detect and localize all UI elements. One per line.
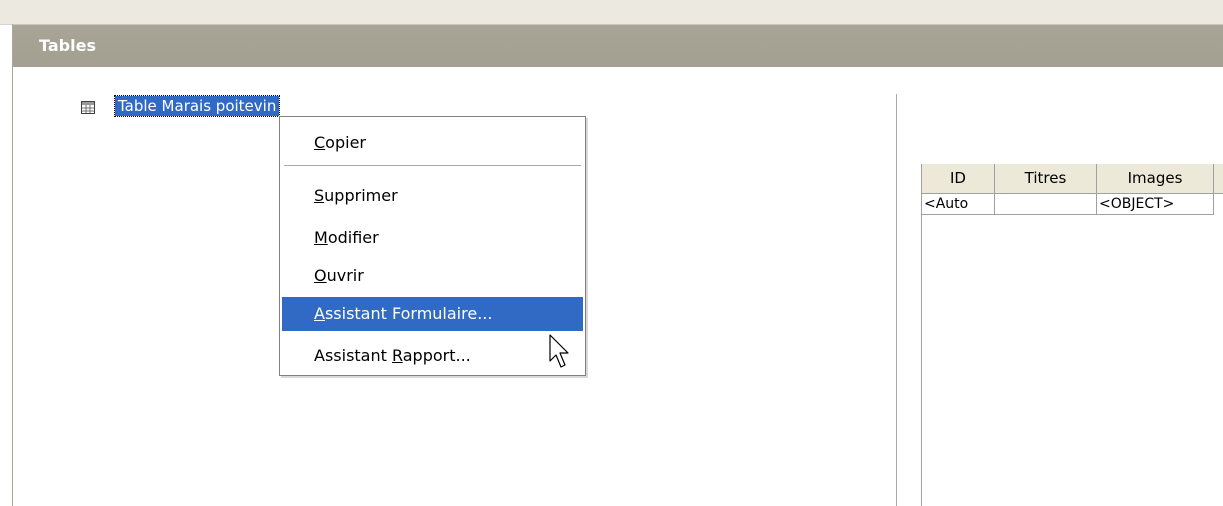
menu-item-supprimer[interactable]: Supprimer	[282, 179, 583, 213]
menu-label: opier	[325, 133, 366, 152]
table-icon	[81, 101, 95, 114]
panel-title: Tables	[39, 36, 96, 55]
column-header-titres: Titres	[995, 164, 1097, 193]
menu-label: upprimer	[324, 186, 398, 205]
window-top-strip	[0, 0, 1223, 25]
menu-item-assistant-formulaire[interactable]: Assistant Formulaire...	[282, 297, 583, 331]
mnemonic: R	[391, 346, 403, 365]
mouse-pointer-icon	[549, 334, 569, 368]
column-header-images: Images	[1097, 164, 1214, 193]
mnemonic: O	[314, 266, 327, 285]
mnemonic: A	[314, 304, 325, 323]
mnemonic: C	[314, 133, 326, 152]
cell-images: <OBJECT>	[1097, 194, 1214, 215]
menu-label: odifier	[327, 228, 379, 247]
preview-header-row: ID Titres Images	[922, 164, 1223, 194]
menu-label-prefix: Assistant	[314, 346, 392, 365]
tables-panel: Tables Table Marais poitevin ID Titres I…	[12, 24, 1223, 506]
table-preview: ID Titres Images <Auto <OBJECT>	[921, 164, 1223, 506]
menu-label: apport...	[402, 346, 471, 365]
menu-label: uvrir	[326, 266, 364, 285]
table-row: <Auto <OBJECT>	[922, 194, 1223, 215]
menu-item-assistant-rapport[interactable]: Assistant Rapport...	[282, 339, 583, 373]
column-header-id: ID	[922, 164, 995, 193]
menu-separator	[284, 165, 581, 167]
cell-id: <Auto	[922, 194, 995, 215]
mnemonic: S	[314, 186, 325, 205]
tree-item-label[interactable]: Table Marais poitevin	[113, 95, 281, 117]
panel-header: Tables	[13, 24, 1223, 67]
menu-item-copier[interactable]: Copier	[282, 126, 583, 160]
menu-item-ouvrir[interactable]: Ouvrir	[282, 259, 583, 293]
cell-titres	[995, 194, 1097, 215]
pane-divider[interactable]	[896, 94, 897, 506]
mnemonic: M	[314, 228, 328, 247]
context-menu: Copier Supprimer Modifier Ouvrir Assista…	[279, 116, 586, 376]
menu-item-modifier[interactable]: Modifier	[282, 221, 583, 255]
menu-label: ssistant Formulaire...	[324, 304, 493, 323]
